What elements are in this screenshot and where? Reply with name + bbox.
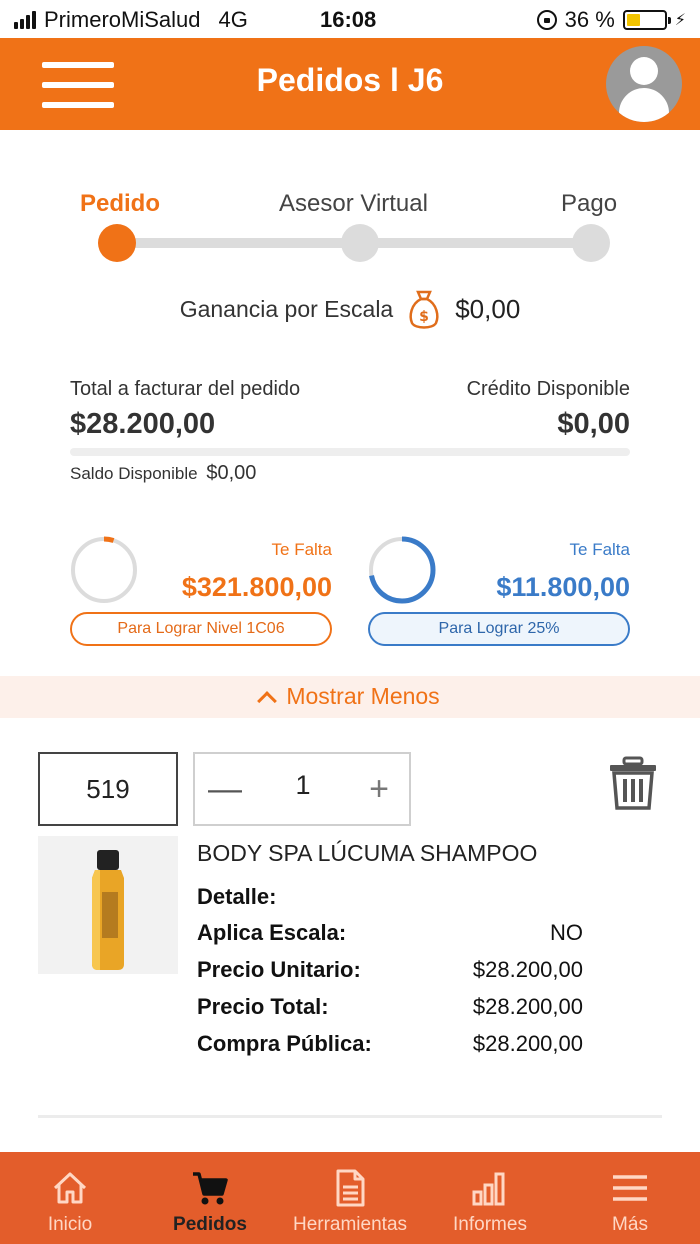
step-dot-pago	[572, 224, 610, 262]
totals-values: $28.200,00 $0,00	[70, 408, 630, 441]
detail-row: Precio Unitario: $28.200,00	[197, 957, 583, 983]
detail-value: NO	[550, 920, 583, 945]
saldo-label: Saldo Disponible	[70, 464, 198, 483]
nivel-progress-card: Te Falta $321.800,00 Para Lograr Nivel 1…	[70, 536, 332, 646]
detail-row: Compra Pública: $28.200,00	[197, 1031, 583, 1057]
ganancia-amount: $0,00	[455, 293, 521, 324]
facturar-value: $28.200,00	[70, 408, 216, 440]
ganancia-row: Ganancia por Escala $ $0,00	[0, 288, 700, 330]
discount-progress-ring	[368, 536, 436, 604]
detail-row: Aplica Escala: NO	[197, 920, 583, 946]
detail-value: $28.200,00	[472, 1031, 583, 1056]
quantity-stepper: — 1 +	[193, 752, 411, 826]
product-name: BODY SPA LÚCUMA SHAMPOO	[197, 840, 538, 866]
tab-label: Pedidos	[173, 1214, 247, 1235]
nivel-progress-ring	[70, 536, 138, 604]
status-time: 16:08	[320, 7, 377, 32]
page-title: Pedidos l J6	[256, 62, 444, 98]
detail-key: Compra Pública:	[197, 1031, 372, 1056]
tab-label: Inicio	[47, 1214, 93, 1235]
nivel-falta-label: Te Falta	[271, 540, 332, 559]
step-dot-asesor	[341, 224, 379, 262]
divider	[70, 448, 630, 456]
tab-mas[interactable]: Más	[560, 1152, 700, 1244]
detail-key: Precio Total:	[197, 994, 329, 1019]
app-header: Pedidos l J6	[0, 38, 700, 130]
detail-row: Precio Total: $28.200,00	[197, 994, 583, 1020]
nivel-goal-pill: Para Lograr Nivel 1C06	[70, 612, 332, 646]
saldo-row: Saldo Disponible $0,00	[70, 462, 256, 485]
step-labels: Pedido Asesor Virtual Pago	[0, 190, 700, 220]
step-progress-track	[98, 224, 610, 262]
svg-text:$: $	[419, 309, 429, 325]
product-image	[38, 836, 178, 974]
tab-herramientas[interactable]: Herramientas	[280, 1152, 420, 1244]
charging-icon: ⚡	[674, 12, 686, 29]
mostrar-menos-toggle[interactable]: Mostrar Menos	[0, 676, 700, 718]
nivel-falta-amount: $321.800,00	[181, 572, 332, 602]
step-dot-pedido	[98, 224, 136, 262]
credito-value: $0,00	[557, 408, 630, 440]
bar-chart-icon	[472, 1172, 505, 1206]
cart-icon	[193, 1172, 228, 1205]
detail-row: Detalle:	[197, 884, 583, 910]
discount-falta-label: Te Falta	[569, 540, 630, 559]
discount-progress-card: Te Falta $11.800,00 Para Lograr 25%	[368, 536, 630, 646]
battery-percent: 36 %	[564, 7, 615, 32]
product-code-field[interactable]: 519	[38, 752, 178, 826]
quantity-value[interactable]: 1	[265, 770, 341, 801]
tab-inicio[interactable]: Inicio	[0, 1152, 140, 1244]
tab-label: Herramientas	[292, 1214, 408, 1235]
discount-goal-pill: Para Lograr 25%	[368, 612, 630, 646]
totals-labels: Total a facturar del pedido Crédito Disp…	[70, 378, 630, 401]
menu-icon	[613, 1175, 647, 1201]
tab-informes[interactable]: Informes	[420, 1152, 560, 1244]
step-pedido: Pedido	[80, 190, 161, 217]
step-pago: Pago	[561, 190, 618, 217]
discount-falta-amount: $11.800,00	[496, 572, 630, 602]
status-bar: PrimeroMiSalud 4G 16:08 36 % ⚡	[0, 0, 700, 38]
increment-button[interactable]: +	[361, 768, 397, 810]
document-icon	[336, 1169, 365, 1207]
rotation-lock-icon	[536, 10, 557, 30]
carrier-name: PrimeroMiSalud	[44, 7, 201, 32]
money-bag-icon: $	[409, 290, 439, 329]
detail-value: $28.200,00	[472, 957, 583, 982]
tab-label: Más	[612, 1214, 648, 1235]
detail-value: $28.200,00	[472, 994, 583, 1019]
facturar-label: Total a facturar del pedido	[70, 378, 301, 400]
divider	[38, 1115, 662, 1118]
detail-key: Precio Unitario:	[197, 957, 361, 982]
trash-icon[interactable]	[608, 756, 658, 810]
signal-icon	[14, 11, 36, 29]
tab-label: Informes	[453, 1214, 527, 1235]
decrement-button[interactable]: —	[207, 768, 243, 810]
battery-icon	[622, 10, 671, 30]
bottom-tab-bar: Inicio Pedidos Herramientas Informes Más	[0, 1152, 700, 1244]
home-icon	[53, 1172, 87, 1204]
mostrar-menos-label: Mostrar Menos	[286, 683, 440, 709]
detail-key: Aplica Escala:	[197, 920, 347, 945]
ganancia-label: Ganancia por Escala	[179, 295, 394, 322]
tab-pedidos[interactable]: Pedidos	[140, 1152, 280, 1244]
credito-label: Crédito Disponible	[466, 378, 630, 400]
network-type: 4G	[218, 7, 248, 32]
saldo-value: $0,00	[206, 462, 257, 484]
step-asesor-virtual: Asesor Virtual	[279, 190, 428, 217]
chevron-up-icon	[257, 691, 278, 711]
user-avatar-icon[interactable]	[606, 46, 682, 122]
detail-key: Detalle:	[197, 884, 277, 909]
